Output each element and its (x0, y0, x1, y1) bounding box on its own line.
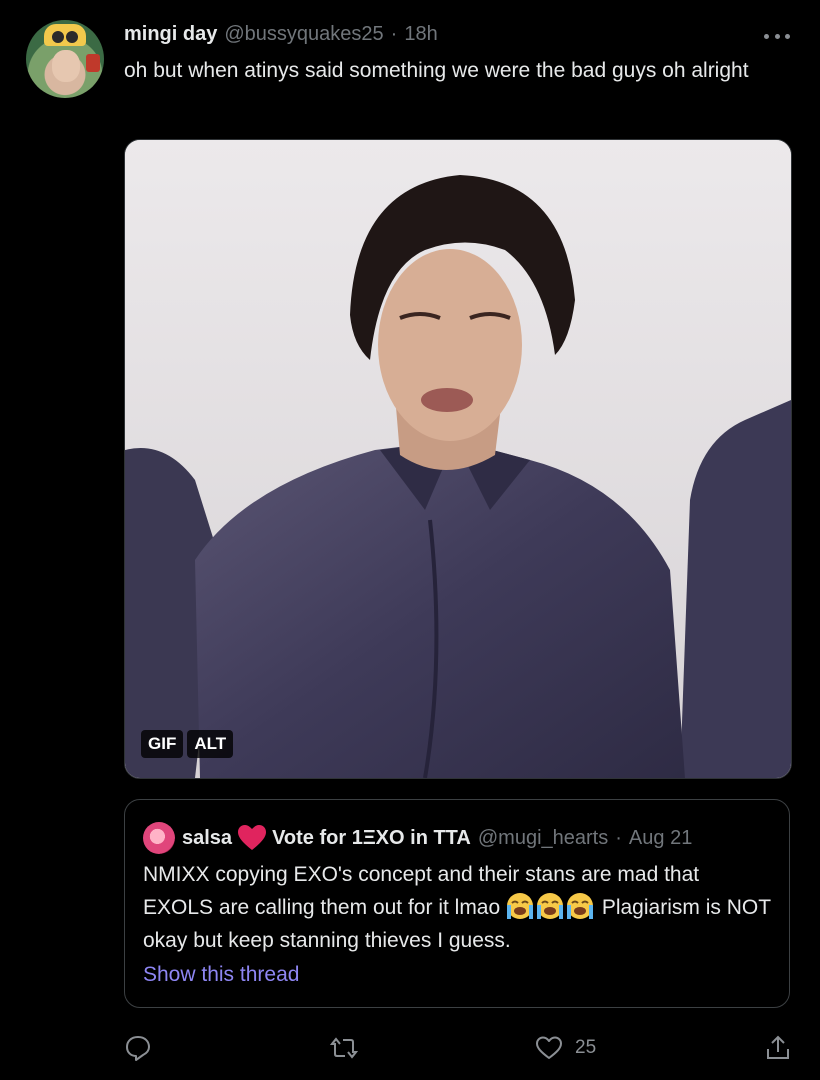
media-badges: GIF ALT (141, 730, 234, 758)
heart-icon (536, 1036, 562, 1059)
dot (774, 33, 780, 39)
quoted-user-avatar (143, 822, 175, 854)
tweet: mingi day @bussyquakes25 · 18h oh but wh… (0, 0, 820, 1080)
share-icon (767, 1035, 789, 1059)
quoted-display-name: salsa Vote for 1ΞXO in TTA (182, 825, 471, 851)
user-avatar[interactable] (26, 20, 104, 98)
red-heart-icon (238, 825, 267, 850)
gif-media[interactable]: GIF ALT (124, 139, 792, 779)
quoted-name: salsa (182, 826, 233, 849)
tweet-time[interactable]: 18h (404, 23, 437, 46)
tweet-actions: 25 (0, 1028, 820, 1068)
gif-badge: GIF (141, 730, 184, 758)
dot (764, 33, 769, 39)
loudly-crying-face-icon (567, 893, 593, 919)
alt-badge[interactable]: ALT (187, 730, 234, 758)
more-options-icon[interactable] (764, 26, 790, 46)
quoted-handle: @mugi_hearts (477, 826, 609, 849)
avatar-hat (44, 24, 86, 46)
quoted-name-suffix: Vote for 1ΞXO in TTA (272, 826, 471, 849)
avatar-face (52, 50, 80, 82)
tweet-text: oh but when atinys said something we wer… (124, 59, 749, 82)
reply-button[interactable] (124, 1034, 164, 1062)
quoted-date: Aug 21 (628, 826, 693, 849)
reply-icon (126, 1036, 150, 1061)
avatar-decoration (86, 54, 100, 72)
retweet-button[interactable] (330, 1034, 370, 1062)
like-button[interactable]: 25 (535, 1034, 596, 1062)
user-handle[interactable]: @bussyquakes25 (224, 23, 383, 46)
retweet-icon (330, 1037, 358, 1059)
display-name[interactable]: mingi day (124, 23, 217, 46)
show-thread-link[interactable]: Show this thread (143, 963, 299, 987)
dot (785, 33, 790, 39)
quoted-tweet[interactable]: salsa Vote for 1ΞXO in TTA @mugi_hearts … (124, 799, 790, 1008)
meta-separator: · (390, 23, 398, 45)
quoted-tweet-header: salsa Vote for 1ΞXO in TTA @mugi_hearts … (143, 822, 692, 854)
quoted-tweet-text: NMIXX copying EXO's concept and their st… (143, 858, 773, 957)
gif-frame-image (125, 140, 791, 778)
share-button[interactable] (764, 1034, 792, 1062)
loudly-crying-face-icon (507, 893, 533, 919)
tweet-header: mingi day @bussyquakes25 · 18h (124, 23, 438, 49)
quoted-separator: · (615, 826, 622, 849)
loudly-crying-face-icon (537, 893, 563, 919)
like-count: 25 (575, 1037, 597, 1058)
